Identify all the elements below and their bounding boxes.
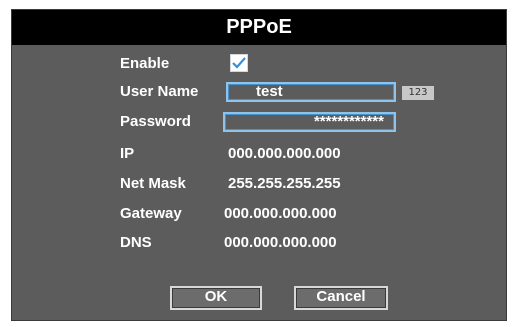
ip-value: 000.000.000.000 [228, 145, 341, 162]
gateway-label: Gateway [120, 205, 182, 222]
ok-button[interactable]: OK [170, 286, 262, 310]
pppoe-dialog: PPPoE Enable User Name test 123 Password… [11, 9, 507, 321]
enable-checkbox[interactable] [230, 54, 248, 72]
gateway-value: 000.000.000.000 [224, 205, 337, 222]
cancel-button[interactable]: Cancel [294, 286, 388, 310]
username-input[interactable]: test [226, 82, 396, 102]
ip-label: IP [120, 145, 135, 162]
netmask-label: Net Mask [120, 175, 186, 192]
dns-value: 000.000.000.000 [224, 234, 337, 251]
input-mode-badge[interactable]: 123 [402, 86, 434, 100]
password-input[interactable]: ************ [223, 112, 396, 132]
password-label: Password [120, 113, 191, 130]
dns-label: DNS [120, 234, 152, 251]
enable-label: Enable [120, 55, 170, 72]
username-label: User Name [120, 83, 199, 100]
dialog-title: PPPoE [12, 10, 506, 45]
netmask-value: 255.255.255.255 [228, 175, 341, 192]
checkmark-icon [232, 57, 246, 69]
